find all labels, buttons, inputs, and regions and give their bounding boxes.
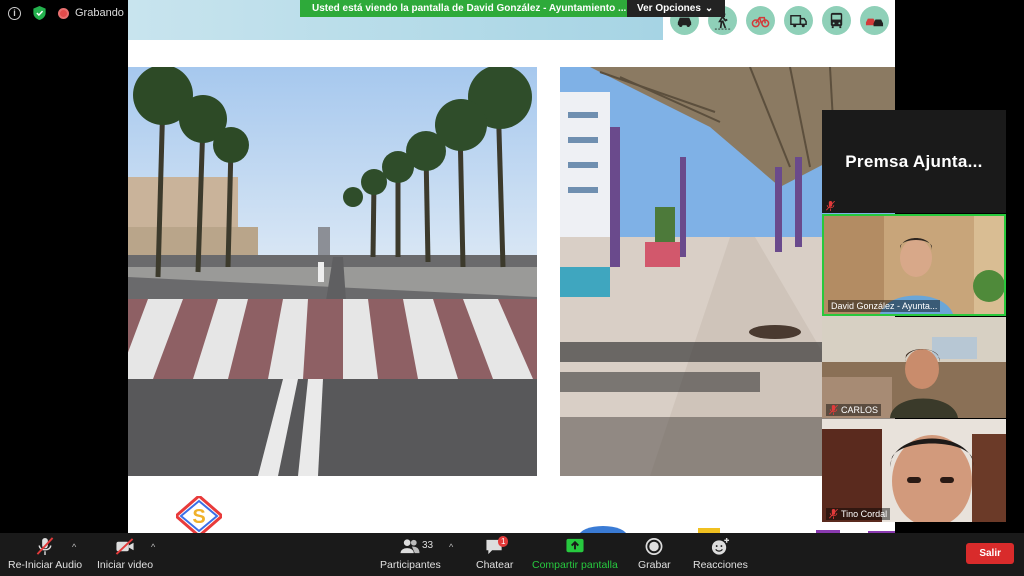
recording-indicator[interactable]: Grabando — [58, 7, 124, 19]
participant-name-tag: David González - Ayunta... — [828, 300, 941, 312]
rejoin-audio-button[interactable]: Re-Iniciar Audio — [8, 537, 82, 571]
record-icon — [645, 538, 663, 555]
audio-options-caret[interactable]: ^ — [72, 542, 76, 552]
recording-label: Grabando — [75, 7, 124, 19]
smiley-plus-icon — [712, 537, 730, 555]
participant-name: Tino Cordal — [841, 509, 888, 519]
video-label: Iniciar video — [97, 559, 154, 571]
meeting-status-bar: i Grabando — [8, 6, 124, 20]
participant-tile[interactable]: Premsa Ajunta... — [822, 110, 1006, 213]
chevron-down-icon: ⌄ — [704, 3, 714, 14]
participants-icon — [400, 539, 420, 554]
video-options-caret[interactable]: ^ — [151, 542, 155, 552]
participant-name: CARLOS — [841, 405, 879, 415]
participants-label: Participantes — [380, 559, 441, 571]
participant-name-label: Premsa Ajunta... — [845, 152, 983, 171]
participant-name-tag: CARLOS — [826, 404, 882, 416]
bus-icon — [822, 6, 851, 35]
truck-icon — [784, 6, 813, 35]
muted-mic-icon — [829, 405, 838, 415]
participant-tile[interactable]: Tino Cordal — [822, 419, 1006, 522]
cars-icon — [860, 6, 889, 35]
participant-name: David González - Ayunta... — [831, 301, 938, 311]
view-options-label: Ver Opciones — [637, 3, 701, 14]
meeting-toolbar: Re-Iniciar Audio ^ Iniciar video ^ 33 Pa… — [0, 533, 1024, 576]
share-screen-button[interactable]: Compartir pantalla — [532, 537, 618, 571]
participant-tile[interactable]: CARLOS — [822, 317, 1006, 418]
participants-options-caret[interactable]: ^ — [449, 542, 453, 552]
street-photo — [128, 67, 537, 476]
info-icon[interactable]: i — [8, 6, 21, 20]
reactions-button[interactable]: Reacciones — [693, 537, 748, 571]
participants-button[interactable]: 33 Participantes — [380, 537, 441, 571]
participants-video-panel: Premsa Ajunta... David González - Ayunta… — [822, 110, 1006, 522]
participant-name-tag: Tino Cordal — [826, 508, 891, 520]
share-screen-icon — [566, 538, 584, 553]
view-options-button[interactable]: Ver Opciones ⌄ — [627, 0, 725, 17]
chat-button[interactable]: 1 Chatear — [476, 536, 514, 571]
participant-video — [822, 317, 1006, 418]
chat-badge: 1 — [498, 536, 509, 547]
muted-mic-icon — [36, 537, 54, 556]
muted-mic-icon — [829, 509, 838, 519]
organization-logo-icon: S — [176, 496, 222, 533]
audio-label: Re-Iniciar Audio — [8, 559, 83, 571]
shared-screen: S — [128, 0, 895, 533]
record-label: Grabar — [638, 559, 671, 571]
start-video-button[interactable]: Iniciar video — [97, 537, 153, 571]
participant-tile-active[interactable]: David González - Ayunta... — [822, 214, 1006, 316]
muted-mic-icon — [826, 201, 835, 211]
reactions-label: Reacciones — [693, 559, 748, 571]
encryption-shield-icon[interactable] — [33, 6, 46, 20]
slide-decoration — [580, 526, 895, 533]
record-dot-icon — [58, 7, 69, 19]
screen-share-banner: Usted está viendo la pantalla de David G… — [300, 0, 725, 17]
participants-count: 33 — [422, 540, 434, 551]
video-off-icon — [115, 538, 134, 555]
record-button[interactable]: Grabar — [638, 537, 671, 571]
share-screen-label: Compartir pantalla — [532, 559, 618, 571]
participant-video — [822, 419, 1006, 522]
svg-text:S: S — [192, 506, 205, 528]
bicycle-icon — [746, 6, 775, 35]
leave-meeting-button[interactable]: Salir — [966, 543, 1014, 564]
share-banner-message: Usted está viendo la pantalla de David G… — [300, 0, 627, 17]
chat-label: Chatear — [476, 559, 514, 571]
